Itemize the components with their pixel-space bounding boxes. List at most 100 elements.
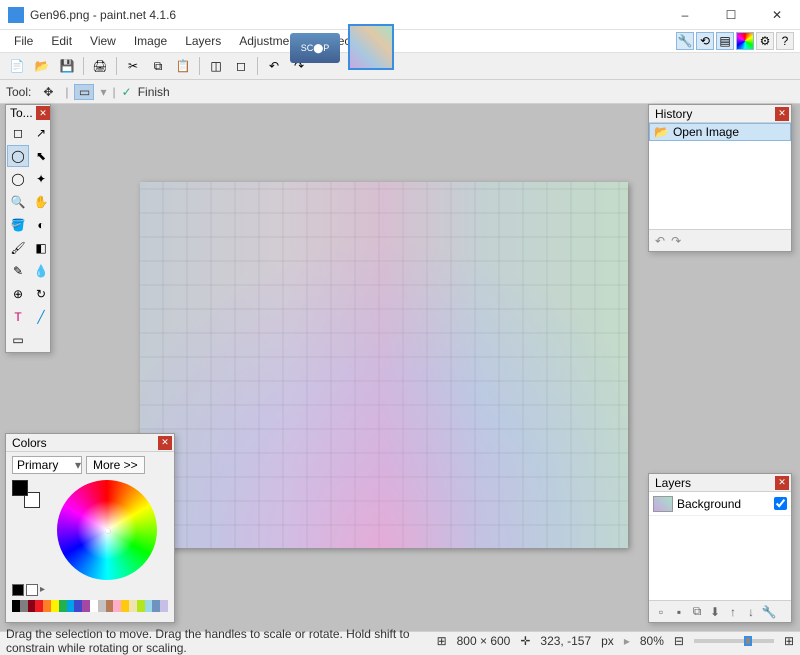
delete-layer-icon[interactable]: ▪ — [671, 604, 687, 620]
palette-color[interactable] — [121, 600, 129, 612]
toggle-history-icon[interactable]: ⟲ — [696, 32, 714, 50]
zoom-in-icon[interactable]: ⊞ — [784, 634, 794, 648]
tool-move-selection[interactable]: ↗ — [30, 122, 52, 144]
tool-fill[interactable]: 🪣 — [7, 214, 29, 236]
move-down-icon[interactable]: ↓ — [743, 604, 759, 620]
palette-color[interactable] — [28, 600, 36, 612]
menu-view[interactable]: View — [82, 32, 124, 50]
tool-lasso[interactable]: ◯ — [7, 145, 29, 167]
palette-color[interactable] — [82, 600, 90, 612]
add-layer-icon[interactable]: ▫ — [653, 604, 669, 620]
tool-wand[interactable]: ✦ — [30, 168, 52, 190]
paste-icon[interactable]: 📋 — [172, 55, 194, 77]
tool-shapes[interactable]: ▭ — [7, 329, 29, 351]
layers-panel-header[interactable]: Layers ✕ — [649, 474, 791, 492]
colors-panel-header[interactable]: Colors ✕ — [6, 434, 174, 452]
undo-icon[interactable]: ↶ — [263, 55, 285, 77]
layer-item[interactable]: Background — [649, 492, 791, 516]
tool-pan[interactable]: ✋ — [30, 191, 52, 213]
palette-color[interactable] — [67, 600, 75, 612]
document-thumbnail[interactable] — [348, 24, 394, 70]
move-up-icon[interactable]: ↑ — [725, 604, 741, 620]
color-wheel-cursor[interactable] — [105, 528, 111, 534]
palette-color[interactable] — [74, 600, 82, 612]
palette-color[interactable] — [59, 600, 67, 612]
palette-color[interactable] — [98, 600, 106, 612]
color-swatch-pair[interactable] — [12, 480, 40, 508]
palette-color[interactable] — [145, 600, 153, 612]
tool-move-pixels[interactable]: ⬉ — [30, 145, 52, 167]
tool-color-pick[interactable]: 💧 — [30, 260, 52, 282]
palette-color[interactable] — [106, 600, 114, 612]
zoom-slider[interactable] — [694, 639, 774, 643]
mini-swatch-black[interactable] — [12, 584, 24, 596]
menu-file[interactable]: File — [6, 32, 41, 50]
settings-icon[interactable]: ⚙ — [756, 32, 774, 50]
undo-all-icon[interactable]: ↶ — [655, 234, 665, 248]
palette-color[interactable] — [160, 600, 168, 612]
print-icon[interactable]: 🖨 — [89, 55, 111, 77]
merge-down-icon[interactable]: ⬇ — [707, 604, 723, 620]
color-mode-dropdown[interactable]: Primary ▾ — [12, 456, 82, 474]
palette-color[interactable] — [113, 600, 121, 612]
zoom-out-icon[interactable]: ⊟ — [674, 634, 684, 648]
status-zoom[interactable]: 80% — [640, 634, 664, 648]
tool-text[interactable]: T — [7, 306, 29, 328]
menu-image[interactable]: Image — [126, 32, 175, 50]
palette-color[interactable] — [129, 600, 137, 612]
more-button[interactable]: More >> — [86, 456, 145, 474]
palette-color[interactable] — [12, 600, 20, 612]
finish-button[interactable]: Finish — [138, 85, 170, 99]
toggle-layers-icon[interactable]: ▤ — [716, 32, 734, 50]
minimize-button[interactable]: – — [662, 0, 708, 30]
help-icon[interactable]: ? — [776, 32, 794, 50]
tool-rect-select[interactable]: ◻ — [7, 122, 29, 144]
colors-panel-close-icon[interactable]: ✕ — [158, 436, 172, 450]
color-palette[interactable] — [12, 600, 168, 612]
history-panel-close-icon[interactable]: ✕ — [775, 107, 789, 121]
palette-color[interactable] — [51, 600, 59, 612]
menu-edit[interactable]: Edit — [43, 32, 80, 50]
redo-all-icon[interactable]: ↷ — [671, 234, 681, 248]
copy-icon[interactable]: ⧉ — [147, 55, 169, 77]
palette-color[interactable] — [35, 600, 43, 612]
tool-line[interactable]: ╱ — [30, 306, 52, 328]
menu-layers[interactable]: Layers — [177, 32, 229, 50]
history-panel-header[interactable]: History ✕ — [649, 105, 791, 123]
deselect-icon[interactable]: ◻ — [230, 55, 252, 77]
mini-swatch-white[interactable] — [26, 584, 38, 596]
palette-color[interactable] — [137, 600, 145, 612]
open-icon[interactable]: 📂 — [31, 55, 53, 77]
toggle-tools-icon[interactable]: 🔧 — [676, 32, 694, 50]
palette-color[interactable] — [43, 600, 51, 612]
maximize-button[interactable]: ☐ — [708, 0, 754, 30]
tool-gradient[interactable]: ◐ — [30, 214, 52, 236]
layers-panel-close-icon[interactable]: ✕ — [775, 476, 789, 490]
tool-pencil[interactable]: ✎ — [7, 260, 29, 282]
tool-recolor[interactable]: ↻ — [30, 283, 52, 305]
primary-color-swatch[interactable] — [12, 480, 28, 496]
palette-color[interactable] — [90, 600, 98, 612]
canvas[interactable] — [140, 182, 628, 548]
save-icon[interactable]: 💾 — [56, 55, 78, 77]
cut-icon[interactable]: ✂ — [122, 55, 144, 77]
tool-zoom[interactable]: 🔍 — [7, 191, 29, 213]
new-icon[interactable]: 📄 — [6, 55, 28, 77]
close-button[interactable]: ✕ — [754, 0, 800, 30]
tools-panel-close-icon[interactable]: ✕ — [36, 106, 50, 120]
tool-clone[interactable]: ⊕ — [7, 283, 29, 305]
tool-eraser[interactable]: ◧ — [30, 237, 52, 259]
layer-properties-icon[interactable]: 🔧 — [761, 604, 777, 620]
toggle-colors-icon[interactable] — [736, 32, 754, 50]
color-wheel[interactable] — [57, 480, 157, 580]
tools-panel-header[interactable]: To... ✕ — [6, 105, 50, 121]
palette-color[interactable] — [152, 600, 160, 612]
crop-icon[interactable]: ◫ — [205, 55, 227, 77]
duplicate-layer-icon[interactable]: ⧉ — [689, 604, 705, 620]
tool-move-icon[interactable]: ✥ — [37, 81, 59, 103]
tool-brush[interactable]: 🖌 — [7, 237, 29, 259]
layer-visible-checkbox[interactable] — [774, 497, 787, 510]
history-item[interactable]: 📂 Open Image — [649, 123, 791, 141]
shape-dropdown[interactable]: ▭ — [74, 84, 94, 100]
palette-color[interactable] — [20, 600, 28, 612]
